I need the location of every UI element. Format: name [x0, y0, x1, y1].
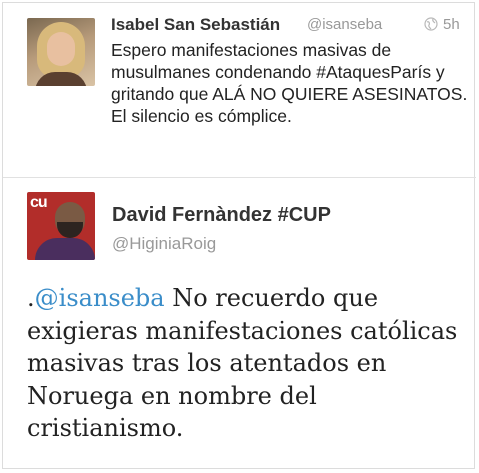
mention-link[interactable]: @isanseba	[35, 284, 165, 312]
text-prefix: .	[27, 284, 35, 312]
tweet-timestamp[interactable]: 5h	[443, 16, 460, 33]
tweet-isanseba[interactable]: Isabel San Sebastián @isanseba 5h Espero…	[3, 3, 476, 178]
avatar-isabel[interactable]	[27, 18, 95, 86]
avatar-david[interactable]: cu	[27, 192, 95, 260]
author-name[interactable]: Isabel San Sebastián	[111, 15, 280, 35]
tweet-text: Espero manifestaciones masivas de musulm…	[111, 40, 468, 126]
author-handle[interactable]: @isanseba	[307, 16, 382, 33]
author-name[interactable]: David Fernàndez #CUP	[112, 204, 331, 227]
tweet-text: .@isanseba No recuerdo que exigieras man…	[27, 282, 472, 445]
globe-icon	[424, 17, 438, 31]
avatar-logo-text: cu	[30, 194, 48, 211]
tweet-screenshot: Isabel San Sebastián @isanseba 5h Espero…	[2, 2, 476, 469]
author-handle[interactable]: @HiginiaRoig	[112, 234, 216, 254]
tweet-higiniaroig[interactable]: cu David Fernàndez #CUP @HiginiaRoig .@i…	[3, 178, 476, 468]
